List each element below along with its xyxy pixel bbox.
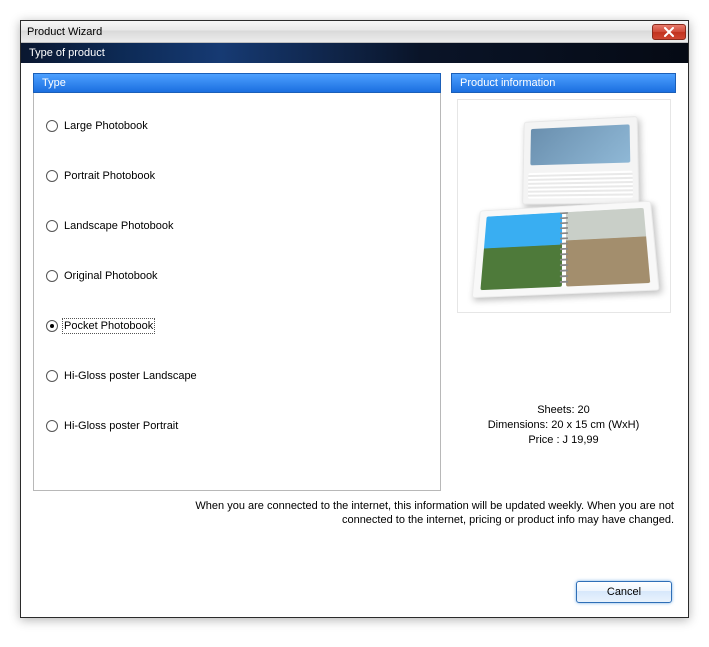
preview-book-front — [471, 201, 659, 298]
radio-icon — [46, 220, 58, 232]
spec-price: Price : J 19,99 — [488, 433, 640, 448]
spec-sheets: Sheets: 20 — [488, 403, 640, 418]
content-area: Type Large PhotobookPortrait PhotobookLa… — [21, 63, 688, 495]
option-portrait-photobook[interactable]: Portrait Photobook — [44, 167, 430, 185]
radio-label: Landscape Photobook — [64, 220, 173, 232]
radio-label: Original Photobook — [64, 270, 158, 282]
product-info-pane: Product information Sheets: 20 Dimension… — [451, 73, 676, 491]
type-pane: Type Large PhotobookPortrait PhotobookLa… — [33, 73, 441, 491]
product-preview-image — [457, 99, 671, 313]
close-button[interactable] — [652, 24, 686, 40]
option-original-photobook[interactable]: Original Photobook — [44, 267, 430, 285]
radio-label: Hi-Gloss poster Portrait — [64, 420, 178, 432]
wizard-step-title: Type of product — [29, 47, 105, 59]
radio-icon — [46, 270, 58, 282]
wizard-step-band: Type of product — [21, 43, 688, 63]
radio-icon — [46, 420, 58, 432]
disclaimer-text: When you are connected to the internet, … — [21, 495, 688, 537]
radio-label: Portrait Photobook — [64, 170, 155, 182]
window-title: Product Wizard — [27, 26, 652, 38]
option-pocket-photobook[interactable]: Pocket Photobook — [44, 317, 430, 335]
type-options-list: Large Photobook Portrait Photobook Landsca… — [33, 93, 441, 491]
radio-icon — [46, 320, 58, 332]
option-large-photobook[interactable]: Large Photobook — [44, 117, 430, 135]
option-landscape-photobook[interactable]: Landscape Photobook — [44, 217, 430, 235]
titlebar: Product Wizard — [21, 21, 688, 43]
option-higloss-landscape[interactable]: Hi-Gloss poster Landscape — [44, 367, 430, 385]
wizard-button-row: Cancel — [21, 537, 688, 617]
cancel-button[interactable]: Cancel — [576, 581, 672, 603]
product-info-header: Product information — [451, 73, 676, 93]
radio-label: Large Photobook — [64, 120, 148, 132]
radio-icon — [46, 120, 58, 132]
preview-book-back — [522, 116, 639, 205]
product-specs: Sheets: 20 Dimensions: 20 x 15 cm (WxH) … — [488, 403, 640, 448]
option-higloss-portrait[interactable]: Hi-Gloss poster Portrait — [44, 417, 430, 435]
type-pane-header: Type — [33, 73, 441, 93]
product-info-body: Sheets: 20 Dimensions: 20 x 15 cm (WxH) … — [451, 93, 676, 491]
radio-label: Pocket Photobook — [64, 320, 153, 332]
radio-icon — [46, 370, 58, 382]
product-wizard-window: Product Wizard Type of product Type Larg… — [20, 20, 689, 618]
spec-dimensions: Dimensions: 20 x 15 cm (WxH) — [488, 418, 640, 433]
close-icon — [663, 27, 675, 37]
radio-icon — [46, 170, 58, 182]
radio-label: Hi-Gloss poster Landscape — [64, 370, 197, 382]
